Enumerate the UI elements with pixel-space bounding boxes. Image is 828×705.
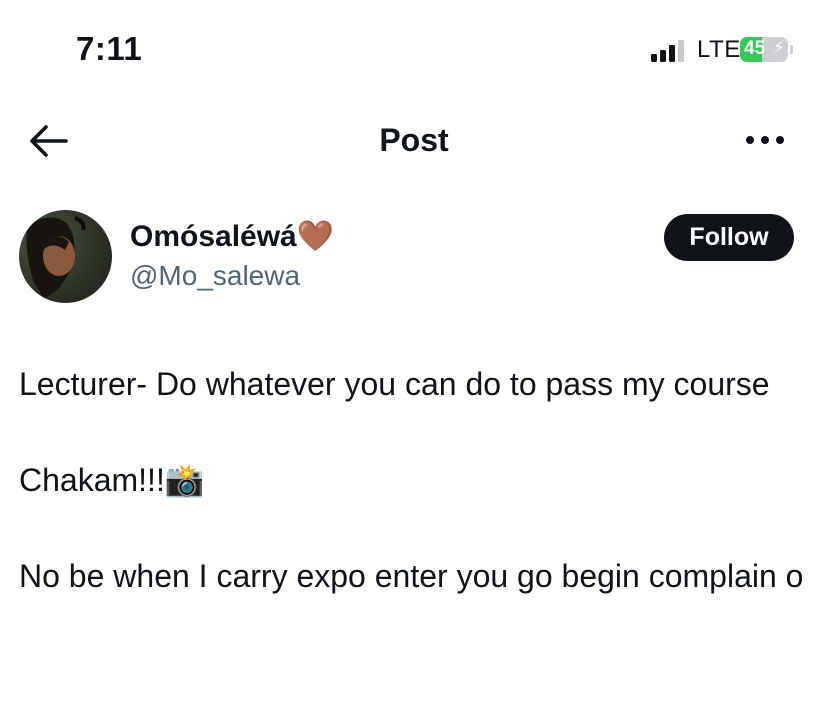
author-row: Omósaléwá🤎 @Mo_salewa Follow <box>0 205 828 305</box>
battery-cap <box>790 45 793 54</box>
post-text: Lecturer- Do whatever you can do to pass… <box>19 360 809 600</box>
battery-icon: 45 ⚡ <box>740 37 788 62</box>
follow-button[interactable]: Follow <box>664 214 794 261</box>
post-line: Lecturer- Do whatever you can do to pass… <box>19 366 770 402</box>
post-line: No be when I carry expo enter you go beg… <box>19 558 804 594</box>
status-time: 7:11 <box>76 30 143 67</box>
network-type: LTE <box>697 36 741 63</box>
post-header: Post <box>0 100 828 180</box>
user-handle[interactable]: @Mo_salewa <box>130 260 300 292</box>
cellular-signal-icon <box>651 40 687 62</box>
more-button[interactable] <box>744 132 786 148</box>
charging-bolt-icon: ⚡ <box>773 38 785 57</box>
status-bar: 7:11 LTE 45 ⚡ <box>0 0 828 100</box>
avatar[interactable] <box>19 210 112 303</box>
battery-percent: 45 <box>744 38 766 59</box>
display-name[interactable]: Omósaléwá🤎 <box>130 219 334 254</box>
post-line: Chakam!!!📸 <box>19 462 205 498</box>
avatar-photo <box>26 216 86 298</box>
page-title: Post <box>379 122 449 158</box>
